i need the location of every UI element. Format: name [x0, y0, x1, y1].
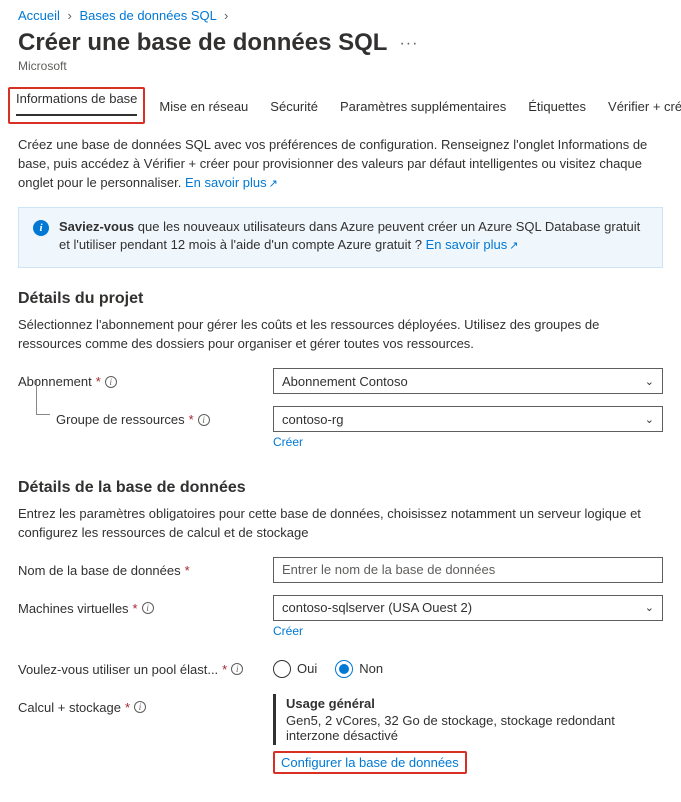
highlight-configure-link: Configurer la base de données: [273, 751, 467, 774]
breadcrumb-home[interactable]: Accueil: [18, 8, 60, 23]
external-link-icon: ↗: [269, 178, 278, 190]
chevron-down-icon: ⌄: [645, 375, 654, 388]
wizard-tabs: Informations de base Mise en réseau Sécu…: [18, 91, 663, 124]
breadcrumb: Accueil › Bases de données SQL ›: [18, 8, 663, 23]
section-project-desc: Sélectionnez l'abonnement pour gérer les…: [18, 316, 663, 354]
info-icon[interactable]: i: [134, 701, 146, 713]
intro-text: Créez une base de données SQL avec vos p…: [18, 136, 663, 193]
tab-tags[interactable]: Étiquettes: [528, 91, 586, 124]
section-project-heading: Détails du projet: [18, 290, 663, 308]
info-learn-more-link[interactable]: En savoir plus↗: [426, 237, 519, 252]
chevron-down-icon: ⌄: [645, 413, 654, 426]
server-select[interactable]: contoso-sqlserver (USA Ouest 2) ⌄: [273, 595, 663, 621]
learn-more-link[interactable]: En savoir plus↗: [185, 175, 278, 190]
tab-basics[interactable]: Informations de base: [16, 83, 137, 116]
section-database-desc: Entrez les paramètres obligatoires pour …: [18, 505, 663, 543]
info-icon[interactable]: i: [105, 376, 117, 388]
elastic-pool-label: Voulez-vous utiliser un pool élast... * …: [18, 656, 273, 677]
create-server-link[interactable]: Créer: [273, 624, 303, 638]
tab-additional[interactable]: Paramètres supplémentaires: [340, 91, 506, 124]
resource-group-label: Groupe de ressources * i: [18, 406, 273, 427]
info-icon[interactable]: i: [142, 602, 154, 614]
resource-group-select[interactable]: contoso-rg ⌄: [273, 406, 663, 432]
subscription-select[interactable]: Abonnement Contoso ⌄: [273, 368, 663, 394]
info-icon[interactable]: i: [198, 414, 210, 426]
tab-review[interactable]: Vérifier + créer: [608, 91, 681, 124]
subscription-label: Abonnement * i: [18, 368, 273, 389]
section-database-heading: Détails de la base de données: [18, 479, 663, 497]
page-title: Créer une base de données SQL: [18, 29, 387, 57]
elastic-pool-no-radio[interactable]: Non: [335, 660, 383, 678]
configure-database-link[interactable]: Configurer la base de données: [281, 755, 459, 770]
more-menu-icon[interactable]: ···: [399, 35, 418, 53]
compute-storage-label: Calcul + stockage * i: [18, 694, 273, 715]
db-name-input[interactable]: [273, 557, 663, 583]
highlight-basics-tab: Informations de base: [8, 87, 145, 124]
publisher-label: Microsoft: [18, 59, 663, 73]
tab-networking[interactable]: Mise en réseau: [159, 91, 248, 124]
info-icon: i: [33, 220, 49, 236]
chevron-right-icon: ›: [68, 8, 72, 23]
chevron-right-icon: ›: [224, 8, 228, 23]
server-label: Machines virtuelles * i: [18, 595, 273, 616]
compute-summary: Usage général Gen5, 2 vCores, 32 Go de s…: [273, 694, 663, 745]
info-banner: i Saviez-vous que les nouveaux utilisate…: [18, 207, 663, 269]
chevron-down-icon: ⌄: [645, 601, 654, 614]
db-name-label: Nom de la base de données *: [18, 557, 273, 578]
breadcrumb-parent[interactable]: Bases de données SQL: [80, 8, 217, 23]
external-link-icon: ↗: [509, 240, 518, 252]
elastic-pool-yes-radio[interactable]: Oui: [273, 660, 317, 678]
info-icon[interactable]: i: [231, 663, 243, 675]
create-rg-link[interactable]: Créer: [273, 435, 303, 449]
tab-security[interactable]: Sécurité: [270, 91, 318, 124]
